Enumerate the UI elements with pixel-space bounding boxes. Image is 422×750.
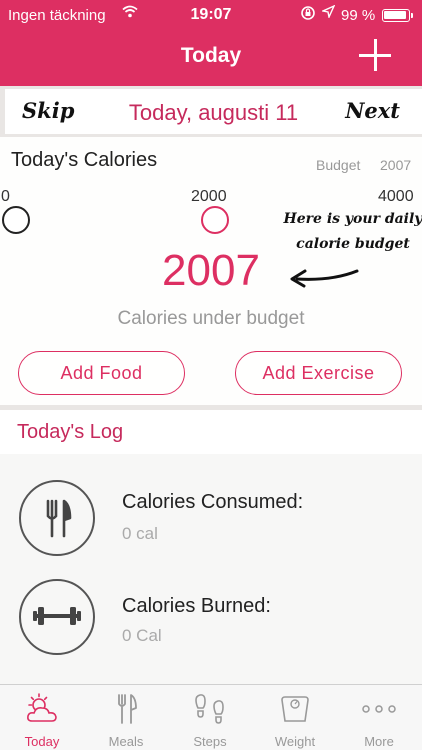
consumed-value: 0 cal [122,524,158,543]
sun-cloud-icon [27,693,57,722]
tab-meals[interactable]: Meals [84,685,168,750]
consumed-label: Calories Consumed: [122,491,304,513]
calories-panel: Today's Calories Budget 2007 0 2000 4000… [0,137,422,405]
battery-percent: 99 % [341,7,376,24]
tab-weight[interactable]: Weight [253,685,337,750]
tab-label: More [364,734,394,749]
location-icon [320,4,336,21]
tab-label: Steps [193,734,227,749]
consumed-marker [2,206,30,234]
tab-label: Weight [274,734,316,749]
tab-bar: Today Meals Steps Weight More [0,684,422,750]
calories-remaining: 2007 [162,246,260,295]
rotation-lock-icon [300,5,316,24]
tab-steps[interactable]: Steps [168,685,252,750]
scale-label-min: 0 [1,188,10,205]
dumbbell-icon [19,579,95,655]
add-exercise-button[interactable]: Add Exercise [235,351,402,395]
log-header: Today's Log [0,410,422,454]
scale-label-max: 4000 [378,188,414,205]
burned-label: Calories Burned: [122,595,271,617]
add-food-button[interactable]: Add Food [18,351,185,395]
budget-label: Budget [316,157,361,173]
calories-remaining-label: Calories under budget [117,308,305,329]
next-button[interactable]: Next [345,98,400,123]
scale-label-mid: 2000 [191,188,227,205]
scale-icon [281,696,309,722]
battery-icon [382,9,413,22]
fork-knife-icon [19,480,95,556]
add-button[interactable] [358,38,392,72]
tab-label: Today [24,734,60,749]
more-dots-icon [362,705,396,713]
status-bar: Ingen täckning 19:07 99 % [0,0,422,30]
burned-value: 0 Cal [122,626,162,645]
footprints-icon [195,694,224,724]
log-panel: Calories Consumed: 0 cal Calories Burned… [0,454,422,684]
calories-title: Today's Calories [11,149,158,171]
log-title: Today's Log [17,421,124,443]
tab-label: Meals [108,734,144,749]
tab-today[interactable]: Today [0,685,84,750]
date-navigator: Skip Today, augusti 11 Next [5,89,422,134]
app-header: Ingen täckning 19:07 99 % Today [0,0,422,86]
fork-knife-icon [118,694,137,724]
tab-more[interactable]: More [337,685,421,750]
budget-value: 2007 [380,157,412,173]
budget-marker [201,206,229,234]
